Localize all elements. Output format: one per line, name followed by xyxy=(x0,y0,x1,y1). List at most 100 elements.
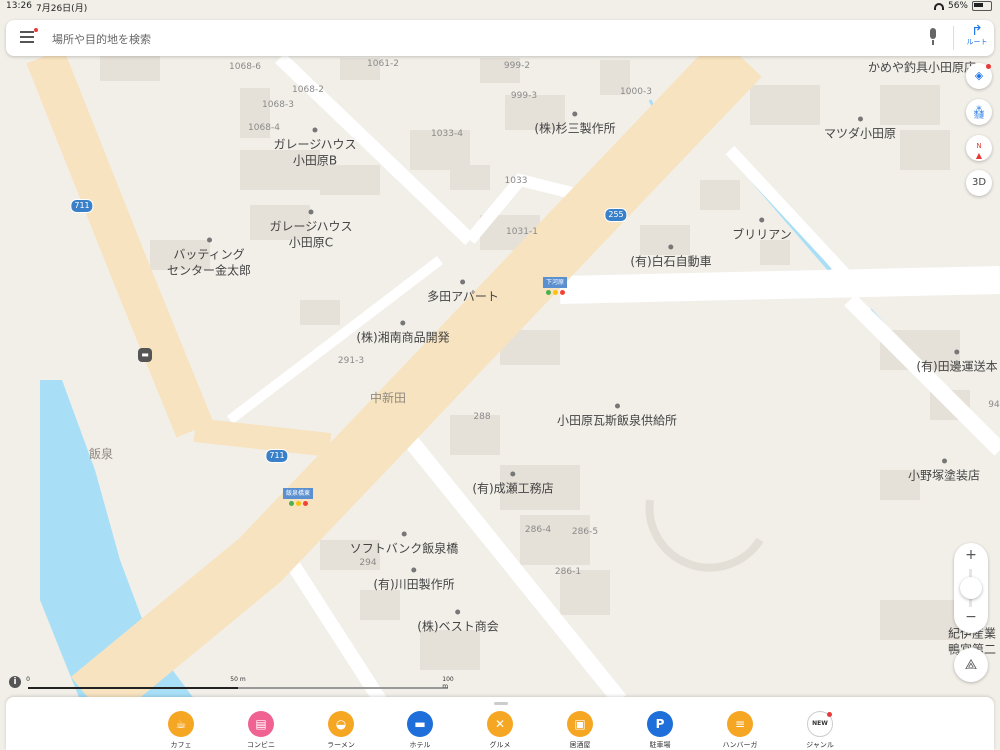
lot-number: 294 xyxy=(359,558,377,568)
zoom-in-button[interactable]: + xyxy=(954,547,988,563)
category-gourmet[interactable]: ✕ グルメ xyxy=(470,711,530,749)
route-shield-255: 255 xyxy=(604,208,628,222)
lot-number: 288 xyxy=(473,412,491,422)
category-izakaya[interactable]: ▣ 居酒屋 xyxy=(550,711,610,749)
area-label-nakashinden: 中新田 xyxy=(369,391,407,405)
traffic-signal: 飯泉橋東 xyxy=(282,488,314,506)
izakaya-icon: ▣ xyxy=(567,711,593,737)
category-convenience[interactable]: ▤ コンビニ xyxy=(231,711,291,749)
category-label: ラーメン xyxy=(327,741,355,749)
poi-shonan-shohin[interactable]: (株)湘南商品開発 xyxy=(356,321,449,346)
lot-number: 1068-6 xyxy=(229,62,261,72)
category-label: 居酒屋 xyxy=(569,741,591,749)
layers-button[interactable]: ◈ xyxy=(966,63,992,89)
poi-softbank-iizumibashi[interactable]: ソフトバンク飯泉橋 xyxy=(350,532,459,557)
category-label: 駐車場 xyxy=(649,741,671,749)
convenience-store-icon: ▤ xyxy=(248,711,274,737)
poi-mazda-odawara[interactable]: マツダ小田原 xyxy=(824,117,896,142)
signal-name: 飯泉橋東 xyxy=(282,488,314,499)
scale-tick: 50 m xyxy=(230,676,246,683)
poi-odawara-gas[interactable]: 小田原瓦斯飯泉供給所 xyxy=(557,404,677,429)
lot-number: 291-3 xyxy=(337,356,365,366)
3d-button[interactable]: 3D xyxy=(966,170,992,196)
zoom-out-button[interactable]: − xyxy=(954,609,988,625)
poi-tada-apartment[interactable]: 多田アパート xyxy=(427,280,499,305)
category-hotel[interactable]: ▬ ホテル xyxy=(390,711,450,749)
lot-number: 1068-3 xyxy=(262,100,294,110)
category-parking[interactable]: P 駐車場 xyxy=(630,711,690,749)
poi-onozuka-tosou[interactable]: 小野塚塗装店 xyxy=(908,459,980,484)
info-icon[interactable]: i xyxy=(9,676,21,688)
search-bar: ↱ ルート xyxy=(6,20,994,56)
category-label: グルメ xyxy=(489,741,511,749)
navigation-arrow-icon[interactable]: ⟁ xyxy=(954,648,988,682)
cafe-icon: ☕ xyxy=(168,711,194,737)
parking-icon: P xyxy=(647,711,673,737)
poi-tanabe-unso[interactable]: (有)田邊運送本 xyxy=(916,350,997,375)
lot-number: 1061-2 xyxy=(367,59,399,69)
search-input[interactable] xyxy=(50,28,894,50)
poi-kawata-seisakusho[interactable]: (有)川田製作所 xyxy=(373,568,454,593)
battery-percent: 56% xyxy=(947,1,968,11)
layers-icon: ◈ xyxy=(974,69,984,82)
lot-number: 999-2 xyxy=(503,61,531,71)
category-genre[interactable]: NEW ジャンル xyxy=(790,711,850,749)
status-date: 7月26日(月) xyxy=(36,4,88,14)
menu-icon[interactable] xyxy=(20,28,38,43)
hamburger-icon: ≡ xyxy=(727,711,753,737)
category-label: コンビニ xyxy=(247,741,275,749)
drag-handle[interactable] xyxy=(494,702,508,705)
lot-number: 999-3 xyxy=(510,91,538,101)
poi-garage-house-c[interactable]: ガレージハウス 小田原C xyxy=(269,210,352,251)
traffic-label: 混雑 xyxy=(973,114,984,120)
divider xyxy=(953,26,954,50)
wifi-icon xyxy=(933,2,944,10)
bus-stop-icon[interactable]: ▬ xyxy=(138,348,152,362)
map-canvas[interactable] xyxy=(0,0,1000,750)
battery-icon xyxy=(972,1,992,11)
poi-best-shokai[interactable]: (株)ベスト商会 xyxy=(417,610,499,635)
traffic-signal: 下河原 xyxy=(542,277,568,295)
category-cafe[interactable]: ☕ カフェ xyxy=(151,711,211,749)
scale-tick: 100 m xyxy=(442,676,454,690)
poi-brilliant[interactable]: ブリリアン xyxy=(732,218,792,243)
route-button[interactable]: ↱ ルート xyxy=(961,24,993,52)
status-time: 13:26 xyxy=(6,1,32,11)
poi-naruse-komuten[interactable]: (有)成瀬工務店 xyxy=(472,472,553,497)
status-bar: 13:26 7月26日(月) 56% xyxy=(0,0,1000,14)
category-label: ジャンル xyxy=(806,741,834,749)
zoom-control: + − xyxy=(954,543,988,633)
poi-sugizo-seisakusho[interactable]: (株)杉三製作所 xyxy=(534,112,615,137)
lot-number: 286-5 xyxy=(571,527,599,537)
lot-number: 286-1 xyxy=(554,567,582,577)
traffic-button[interactable]: ⁂ 混雑 xyxy=(966,99,992,125)
category-label: ハンバーガ xyxy=(722,741,758,749)
genre-icon: NEW xyxy=(807,711,833,737)
lot-number: 1033 xyxy=(504,176,528,186)
lot-number: 1033-4 xyxy=(431,129,463,139)
route-label: ルート xyxy=(966,38,988,46)
zoom-slider-thumb[interactable] xyxy=(960,577,982,599)
lot-number: 1031-1 xyxy=(506,227,538,237)
lot-number: 1068-2 xyxy=(292,85,324,95)
scale-bar: 0 50 m 100 m xyxy=(26,676,454,692)
poi-batting-center[interactable]: バッティング センター金太郎 xyxy=(167,238,251,279)
lot-number: 286-4 xyxy=(524,525,552,535)
lot-number: 94 xyxy=(988,400,1000,410)
poi-garage-house-b[interactable]: ガレージハウス 小田原B xyxy=(273,128,356,169)
ramen-icon: ◒ xyxy=(328,711,354,737)
hotel-icon: ▬ xyxy=(407,711,433,737)
compass-button[interactable]: N ▲ xyxy=(966,135,992,161)
lot-number: 1068-4 xyxy=(248,123,280,133)
poi-shiraishi-jidosha[interactable]: (有)白石自動車 xyxy=(630,245,711,270)
3d-label: 3D xyxy=(971,177,987,188)
microphone-icon[interactable] xyxy=(927,28,939,48)
compass-icon: ▲ xyxy=(975,151,983,160)
category-ramen[interactable]: ◒ ラーメン xyxy=(311,711,371,749)
category-label: カフェ xyxy=(170,741,192,749)
category-bar: ☕ カフェ ▤ コンビニ ◒ ラーメン ▬ ホテル ✕ グルメ ▣ 居酒屋 P … xyxy=(6,697,994,750)
route-arrow-icon: ↱ xyxy=(971,23,983,39)
route-shield-711: 711 xyxy=(70,199,94,213)
category-hamburger[interactable]: ≡ ハンバーガ xyxy=(710,711,770,749)
category-label: ホテル xyxy=(409,741,431,749)
